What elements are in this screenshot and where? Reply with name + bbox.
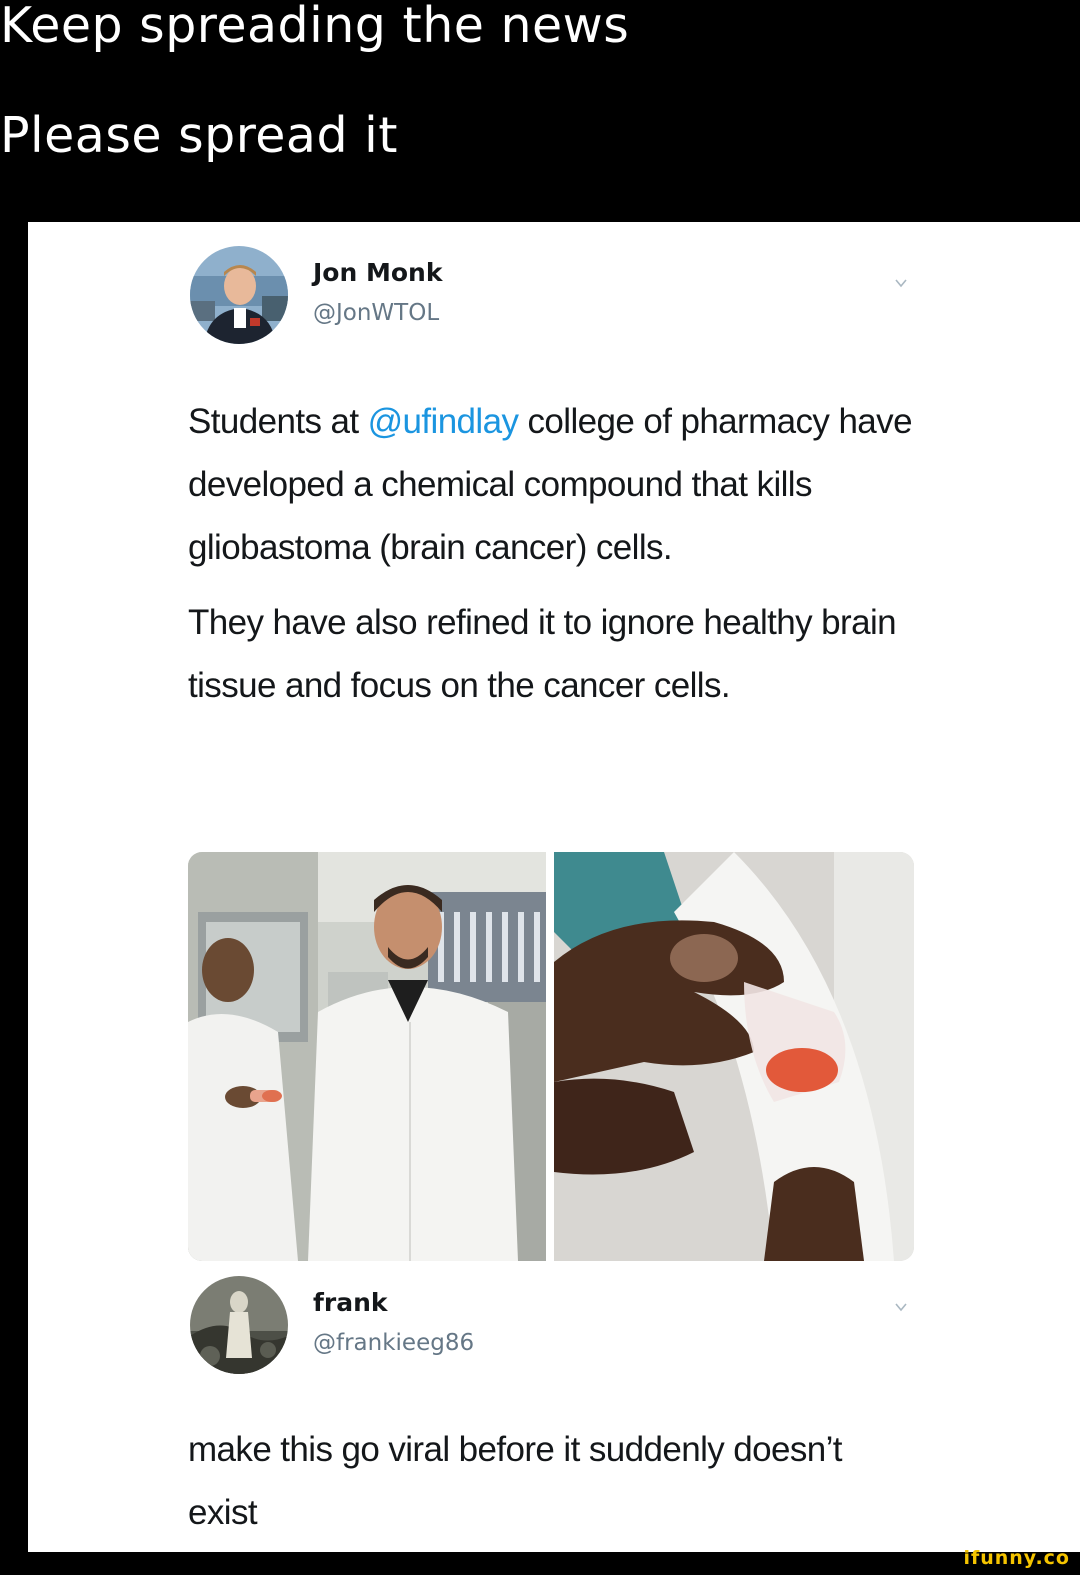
tweet-text-start: Students at [188,402,368,441]
author-handle[interactable]: @JonWTOL [313,300,439,326]
mention-link[interactable]: @ufindlay [368,402,519,441]
lab-photo-vial[interactable] [554,852,914,1261]
tweet-card: Jon Monk @JonWTOL Students at @ufindlay … [28,222,1080,1552]
author-name[interactable]: Jon Monk [313,258,442,287]
lab-photo-students[interactable] [188,852,546,1261]
reply-author-name[interactable]: frank [313,1288,388,1317]
reply-text: make this go viral before it suddenly do… [188,1430,843,1532]
tweet-media[interactable] [188,852,914,1261]
watermark-logo[interactable]: ifunny.co [963,1547,1070,1569]
avatar[interactable] [190,246,288,344]
reply-avatar[interactable] [190,1276,288,1374]
chevron-down-icon[interactable] [894,1300,908,1314]
tweet-text: Students at @ufindlay college of pharmac… [188,390,948,717]
caption-line-2: Please spread it [0,107,398,164]
chevron-down-icon[interactable] [894,276,908,290]
footer-bar [0,1552,1080,1575]
meme-caption: Keep spreading the news Please spread it [0,0,1080,222]
reply-author-handle[interactable]: @frankieeg86 [313,1330,474,1356]
tweet-text-paragraph-2: They have also refined it to ignore heal… [188,603,897,705]
caption-line-1: Keep spreading the news [0,0,630,54]
